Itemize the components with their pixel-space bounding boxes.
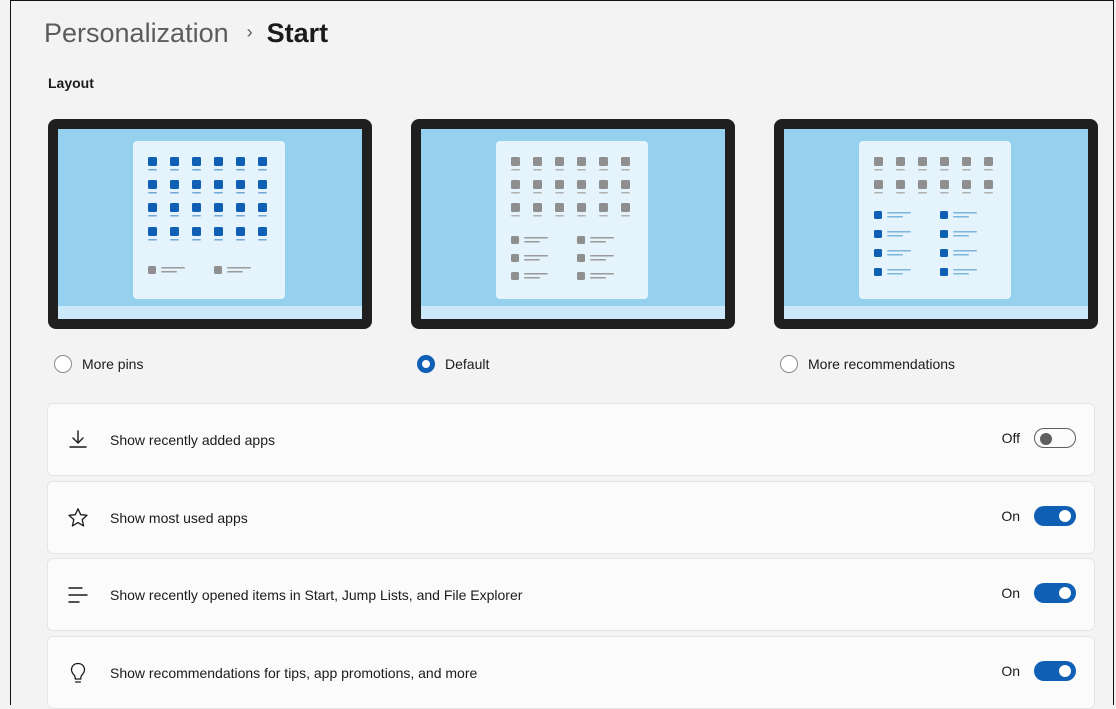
- layout-preview-more-pins[interactable]: [48, 119, 372, 329]
- layout-option-default[interactable]: Default: [411, 119, 735, 373]
- download-icon: [69, 430, 87, 448]
- setting-most-used-apps[interactable]: Show most used apps On: [47, 481, 1095, 554]
- settings-window: Personalization › Start Layout More pins…: [10, 0, 1114, 709]
- toggle-switch-recommendations[interactable]: [1034, 661, 1076, 681]
- setting-recently-added-apps[interactable]: Show recently added apps Off: [47, 403, 1095, 476]
- lightbulb-icon: [70, 662, 86, 683]
- list-lines-icon: [68, 587, 88, 603]
- setting-label: Show recently added apps: [110, 432, 275, 448]
- setting-label: Show most used apps: [110, 510, 248, 526]
- radio-label-default[interactable]: Default: [445, 356, 489, 372]
- start-menu-preview: [859, 141, 1011, 299]
- toggle-switch-recently-added[interactable]: [1034, 428, 1076, 448]
- toggle-state-text: On: [1001, 663, 1020, 679]
- radio-more-pins[interactable]: [54, 355, 72, 373]
- setting-label: Show recommendations for tips, app promo…: [110, 665, 478, 681]
- toggle-switch-recently-opened[interactable]: [1034, 583, 1076, 603]
- start-menu-preview: [133, 141, 285, 299]
- toggle-state-text: On: [1001, 585, 1020, 601]
- radio-default[interactable]: [417, 355, 435, 373]
- setting-recently-opened-items[interactable]: Show recently opened items in Start, Jum…: [47, 558, 1095, 631]
- start-menu-preview: [496, 141, 648, 299]
- radio-label-more-pins[interactable]: More pins: [82, 356, 143, 372]
- toggle-state-text: On: [1001, 508, 1020, 524]
- layout-options: More pins Default More recommendations: [48, 119, 1098, 381]
- page-title: Start: [266, 18, 329, 48]
- layout-option-more-recommendations[interactable]: More recommendations: [774, 119, 1098, 373]
- layout-section-label: Layout: [48, 75, 94, 91]
- breadcrumb: Personalization › Start: [44, 15, 328, 51]
- layout-preview-default[interactable]: [411, 119, 735, 329]
- layout-option-more-pins[interactable]: More pins: [48, 119, 372, 373]
- breadcrumb-separator-icon: ›: [246, 22, 253, 42]
- breadcrumb-personalization[interactable]: Personalization: [44, 15, 229, 51]
- more-pins-illustration: [148, 157, 267, 274]
- radio-more-recommendations[interactable]: [780, 355, 798, 373]
- layout-preview-more-recommendations[interactable]: [774, 119, 1098, 329]
- toggle-switch-most-used[interactable]: [1034, 506, 1076, 526]
- toggle-state-text: Off: [1001, 430, 1020, 446]
- radio-label-more-recommendations[interactable]: More recommendations: [808, 356, 955, 372]
- star-icon: [68, 508, 88, 527]
- setting-recommendations-tips[interactable]: Show recommendations for tips, app promo…: [47, 636, 1095, 709]
- more-recommendations-illustration: [874, 157, 993, 276]
- default-illustration: [511, 157, 630, 280]
- setting-label: Show recently opened items in Start, Jum…: [110, 587, 523, 603]
